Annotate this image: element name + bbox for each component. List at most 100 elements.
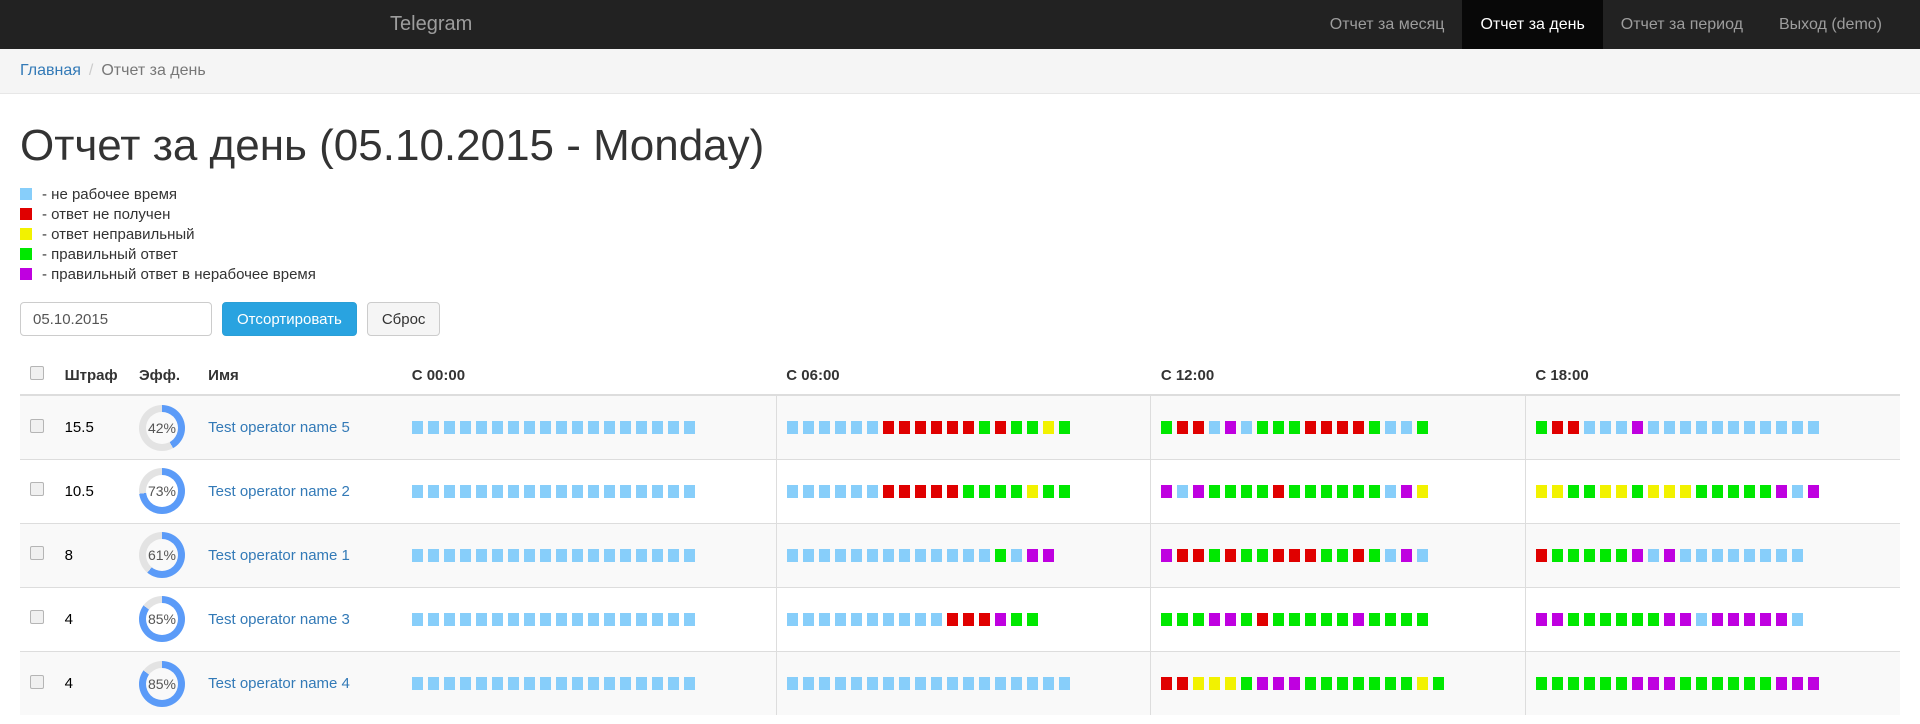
status-block[interactable]	[571, 548, 583, 562]
status-block[interactable]	[459, 677, 471, 691]
status-block[interactable]	[1615, 421, 1627, 435]
row-checkbox[interactable]	[30, 482, 44, 497]
status-block[interactable]	[491, 484, 503, 498]
status-block[interactable]	[818, 677, 830, 691]
status-block[interactable]	[898, 421, 910, 435]
status-block[interactable]	[962, 612, 974, 626]
status-block[interactable]	[850, 612, 862, 626]
status-block[interactable]	[651, 548, 663, 562]
status-block[interactable]	[1273, 677, 1285, 691]
status-block[interactable]	[1257, 612, 1269, 626]
status-block[interactable]	[1010, 677, 1022, 691]
status-block[interactable]	[587, 421, 599, 435]
operator-name-link[interactable]: Test operator name 5	[208, 419, 350, 436]
status-block[interactable]	[1647, 548, 1659, 562]
status-block[interactable]	[1289, 421, 1301, 435]
status-block[interactable]	[914, 612, 926, 626]
status-block[interactable]	[1353, 548, 1365, 562]
status-block[interactable]	[1599, 421, 1611, 435]
status-block[interactable]	[1791, 677, 1803, 691]
status-block[interactable]	[507, 484, 519, 498]
status-block[interactable]	[1401, 548, 1413, 562]
nav-item-month-report[interactable]: Отчет за месяц	[1312, 0, 1463, 49]
status-block[interactable]	[1417, 421, 1429, 435]
status-block[interactable]	[850, 484, 862, 498]
status-block[interactable]	[834, 612, 846, 626]
row-checkbox[interactable]	[30, 418, 44, 433]
status-block[interactable]	[1631, 677, 1643, 691]
status-block[interactable]	[523, 421, 535, 435]
status-block[interactable]	[1177, 548, 1189, 562]
status-block[interactable]	[555, 548, 567, 562]
status-block[interactable]	[1385, 548, 1397, 562]
status-block[interactable]	[930, 548, 942, 562]
status-block[interactable]	[1225, 484, 1237, 498]
select-all-checkbox[interactable]	[30, 366, 44, 381]
status-block[interactable]	[1353, 421, 1365, 435]
status-block[interactable]	[882, 612, 894, 626]
status-block[interactable]	[1193, 548, 1205, 562]
status-block[interactable]	[1679, 677, 1691, 691]
status-block[interactable]	[1711, 612, 1723, 626]
status-block[interactable]	[1257, 421, 1269, 435]
status-block[interactable]	[1042, 484, 1054, 498]
status-block[interactable]	[994, 612, 1006, 626]
status-block[interactable]	[1058, 677, 1070, 691]
status-block[interactable]	[667, 677, 679, 691]
status-block[interactable]	[683, 612, 695, 626]
status-block[interactable]	[1695, 548, 1707, 562]
status-block[interactable]	[1289, 677, 1301, 691]
status-block[interactable]	[475, 548, 487, 562]
status-block[interactable]	[1042, 421, 1054, 435]
status-block[interactable]	[1369, 548, 1381, 562]
status-block[interactable]	[786, 677, 798, 691]
status-block[interactable]	[1663, 677, 1675, 691]
status-block[interactable]	[1535, 421, 1547, 435]
status-block[interactable]	[1305, 484, 1317, 498]
status-block[interactable]	[994, 548, 1006, 562]
status-block[interactable]	[587, 677, 599, 691]
status-block[interactable]	[1241, 677, 1253, 691]
status-block[interactable]	[994, 484, 1006, 498]
status-block[interactable]	[619, 484, 631, 498]
status-block[interactable]	[1321, 677, 1333, 691]
status-block[interactable]	[1369, 677, 1381, 691]
header-efficiency[interactable]: Эфф.	[128, 358, 199, 397]
status-block[interactable]	[1161, 421, 1173, 435]
status-block[interactable]	[635, 548, 647, 562]
status-block[interactable]	[475, 484, 487, 498]
status-block[interactable]	[1161, 548, 1173, 562]
status-block[interactable]	[539, 421, 551, 435]
status-block[interactable]	[1209, 612, 1221, 626]
status-block[interactable]	[1337, 612, 1349, 626]
status-block[interactable]	[411, 677, 423, 691]
header-fine[interactable]: Штраф	[54, 358, 129, 397]
status-block[interactable]	[882, 548, 894, 562]
status-block[interactable]	[930, 677, 942, 691]
status-block[interactable]	[1615, 677, 1627, 691]
status-block[interactable]	[1241, 484, 1253, 498]
status-block[interactable]	[1401, 484, 1413, 498]
status-block[interactable]	[475, 677, 487, 691]
status-block[interactable]	[834, 421, 846, 435]
status-block[interactable]	[1775, 677, 1787, 691]
status-block[interactable]	[427, 612, 439, 626]
status-block[interactable]	[1385, 484, 1397, 498]
status-block[interactable]	[786, 484, 798, 498]
status-block[interactable]	[635, 612, 647, 626]
status-block[interactable]	[1551, 548, 1563, 562]
status-block[interactable]	[1695, 421, 1707, 435]
status-block[interactable]	[587, 548, 599, 562]
status-block[interactable]	[539, 612, 551, 626]
status-block[interactable]	[603, 421, 615, 435]
status-block[interactable]	[603, 612, 615, 626]
status-block[interactable]	[1551, 677, 1563, 691]
status-block[interactable]	[1535, 677, 1547, 691]
status-block[interactable]	[1759, 612, 1771, 626]
status-block[interactable]	[1177, 421, 1189, 435]
status-block[interactable]	[978, 612, 990, 626]
status-block[interactable]	[427, 677, 439, 691]
status-block[interactable]	[555, 677, 567, 691]
status-block[interactable]	[1209, 677, 1221, 691]
status-block[interactable]	[507, 421, 519, 435]
